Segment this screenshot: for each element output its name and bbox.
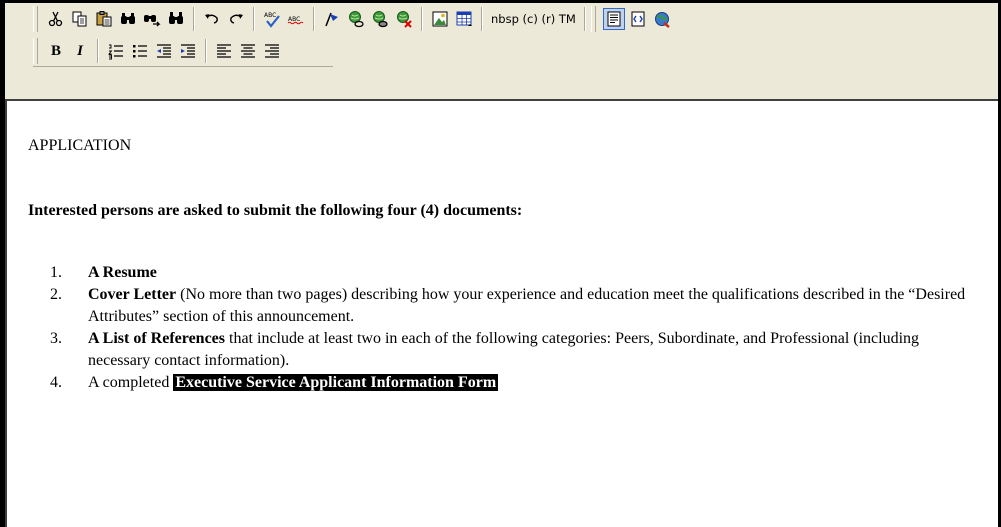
toolbar-grip[interactable] — [590, 6, 596, 32]
find-next-icon[interactable] — [141, 8, 163, 30]
html-view-icon[interactable] — [627, 8, 649, 30]
toolbar-separator — [97, 39, 99, 63]
list-item-number: 1. — [50, 264, 62, 281]
bold-button-label: B — [50, 42, 61, 59]
outdent-icon[interactable] — [153, 40, 175, 62]
toolbar-grip[interactable] — [33, 38, 38, 64]
toolbar-row-1: ABC ABC nbsp (c) (r) TM — [33, 3, 674, 35]
list-item-title: A List of References — [88, 330, 225, 347]
document-heading: APPLICATION — [28, 137, 132, 154]
list-item-number: 2. — [50, 286, 62, 303]
preview-icon[interactable] — [651, 8, 673, 30]
toolbar-separator — [421, 7, 423, 31]
numbered-list-icon[interactable] — [105, 40, 127, 62]
toolbar-separator — [313, 7, 315, 31]
svg-text:ABC: ABC — [264, 12, 276, 19]
list-item: 4. A completed Executive Service Applica… — [28, 372, 968, 394]
list-item-text: (No more than two pages) describing how … — [88, 286, 966, 325]
selected-text-highlight[interactable]: Executive Service Applicant Information … — [173, 374, 499, 391]
toolbar-separator — [205, 39, 207, 63]
document-intro: Interested persons are asked to submit t… — [28, 202, 523, 219]
insert-link-icon[interactable] — [345, 8, 367, 30]
indent-icon[interactable] — [177, 40, 199, 62]
list-item-title: A Resume — [88, 264, 157, 281]
editor-window: ABC ABC nbsp (c) (r) TM B I APPLICATION … — [0, 0, 1001, 527]
edit-link-icon[interactable] — [369, 8, 391, 30]
italic-button-label: I — [77, 42, 83, 59]
copy-icon[interactable] — [69, 8, 91, 30]
undo-icon[interactable] — [201, 8, 223, 30]
insert-table-icon[interactable] — [453, 8, 475, 30]
align-left-icon[interactable] — [213, 40, 235, 62]
bullet-list-icon[interactable] — [129, 40, 151, 62]
list-item-text: A completed — [88, 374, 174, 391]
toolbar-separator — [193, 7, 195, 31]
replace-icon[interactable] — [165, 8, 187, 30]
design-view-icon[interactable] — [602, 8, 625, 30]
list-item-number: 3. — [50, 330, 62, 347]
align-center-icon[interactable] — [237, 40, 259, 62]
editor-toolbar: ABC ABC nbsp (c) (r) TM B I — [5, 3, 998, 99]
list-item: 2. Cover Letter (No more than two pages)… — [28, 284, 968, 328]
italic-button[interactable]: I — [69, 40, 91, 62]
list-item-number: 4. — [50, 374, 62, 391]
bookmark-flag-icon[interactable] — [321, 8, 343, 30]
toolbar-row-2: B I — [33, 35, 284, 67]
redo-icon[interactable] — [225, 8, 247, 30]
toolbar-divider — [33, 66, 333, 67]
toolbar-grip[interactable] — [33, 6, 38, 32]
documents-list: 1. A Resume 2. Cover Letter (No more tha… — [28, 262, 968, 394]
spellcheck-inline-icon[interactable]: ABC — [285, 8, 307, 30]
list-item: 3. A List of References that include at … — [28, 328, 968, 372]
toolbar-separator — [253, 7, 255, 31]
toolbar-separator — [481, 7, 483, 31]
list-item: 1. A Resume — [28, 262, 968, 284]
toolbar-separator — [583, 7, 586, 31]
find-icon[interactable] — [117, 8, 139, 30]
cut-icon[interactable] — [45, 8, 67, 30]
paste-icon[interactable] — [93, 8, 115, 30]
insert-image-icon[interactable] — [429, 8, 451, 30]
align-right-icon[interactable] — [261, 40, 283, 62]
list-item-title: Cover Letter — [88, 286, 177, 303]
special-characters-bar[interactable]: nbsp (c) (r) TM — [488, 12, 579, 26]
remove-link-icon[interactable] — [393, 8, 415, 30]
spellcheck-icon[interactable]: ABC — [261, 8, 283, 30]
bold-button[interactable]: B — [45, 40, 67, 62]
